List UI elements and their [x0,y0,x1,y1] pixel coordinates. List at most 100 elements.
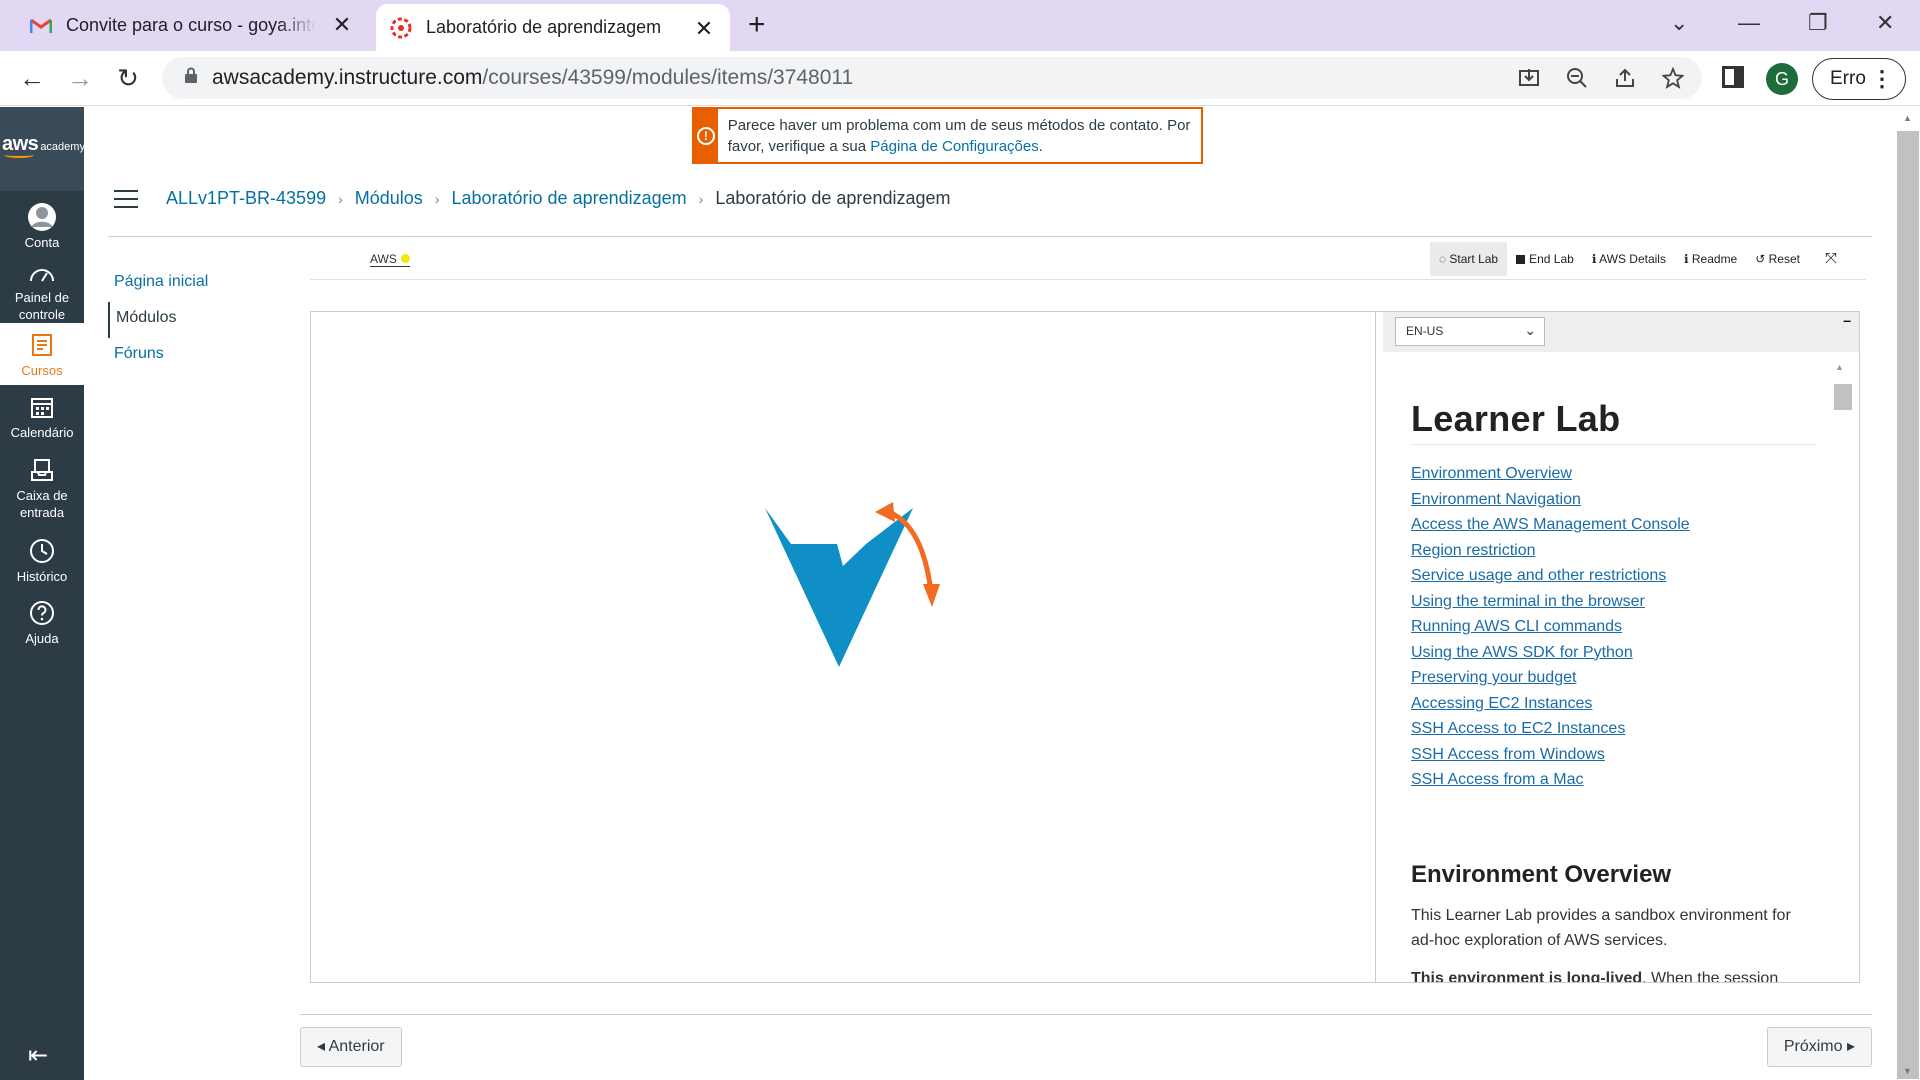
course-menu-icon[interactable] [114,190,138,214]
minimize-pane-icon[interactable]: – [1843,312,1851,328]
chevron-right-icon: › [434,190,440,207]
breadcrumb-module[interactable]: Laboratório de aprendizagem [451,188,686,209]
toc-link[interactable]: SSH Access from a Mac [1411,767,1815,793]
toc-link[interactable]: Environment Navigation [1411,487,1815,513]
tab-gmail[interactable]: Convite para o curso - goya.inteli ✕ [8,0,368,51]
install-icon[interactable] [1516,65,1542,91]
side-panel-icon[interactable] [1722,66,1744,88]
back-icon[interactable]: ← [16,63,48,95]
readme-pane: EN-US ⌄ – Learner Lab Environment Overvie… [1383,312,1859,982]
tab-lab[interactable]: Laboratório de aprendizagem ✕ [376,4,730,51]
course-nav-modules[interactable]: Módulos [108,302,288,338]
aws-academy-logo[interactable]: aws academy [0,107,85,191]
toc-link[interactable]: SSH Access from Windows [1411,742,1815,768]
readme-paragraph: This Learner Lab provides a sandbox envi… [1411,906,1791,949]
next-button[interactable]: Próximo ▸ [1766,1027,1872,1067]
nav-account[interactable]: Conta [0,191,84,261]
profile-avatar[interactable]: G [1766,63,1798,95]
toc-link[interactable]: Access the AWS Management Console [1411,512,1815,538]
lock-icon[interactable] [184,67,198,89]
dashboard-icon [27,261,57,287]
language-select[interactable]: EN-US ⌄ [1395,317,1545,346]
breadcrumb-course[interactable]: ALLv1PT-BR-43599 [166,188,326,209]
share-icon[interactable] [1612,65,1638,91]
more-vert-icon: ⋮ [1871,66,1893,91]
chevron-down-icon: ⌄ [1524,322,1536,338]
toc-link[interactable]: Running AWS CLI commands [1411,614,1815,640]
bookmark-star-icon[interactable] [1660,65,1686,91]
readme-toc: Environment Overview Environment Navigat… [1411,461,1815,793]
close-window-icon[interactable]: ✕ [1876,10,1894,36]
scroll-thumb [1834,384,1852,410]
history-icon [27,536,57,566]
toc-link[interactable]: Using the terminal in the browser [1411,589,1815,615]
url-bar[interactable]: awsacademy.instructure.com/courses/43599… [162,57,1702,99]
aws-status-indicator[interactable]: AWS [370,252,410,267]
tab-title: Convite para o curso - goya.inteli [66,15,316,35]
scroll-up-icon: ▲ [1835,362,1844,372]
readme-toolbar: EN-US ⌄ – [1383,312,1859,352]
reset-button[interactable]: ↺ Reset [1746,242,1809,276]
nav-inbox[interactable]: Caixa de entrada [0,447,84,529]
chevron-right-icon: › [698,190,704,207]
toc-link[interactable]: Service usage and other restrictions [1411,563,1815,589]
nav-courses[interactable]: Cursos [0,323,84,385]
readme-paragraph: This environment is long-lived. When the… [1411,969,1779,983]
toc-link[interactable]: Using the AWS SDK for Python [1411,640,1815,666]
readme-scrollbar[interactable]: ▲ [1827,352,1855,982]
end-lab-button[interactable]: End Lab [1507,242,1583,276]
previous-button[interactable]: ◂ Anterior [300,1027,402,1067]
toc-link[interactable]: Preserving your budget [1411,665,1815,691]
warning-icon: ! [694,109,718,162]
readme-content: Learner Lab Environment Overview Environ… [1411,352,1815,982]
caret-left-icon: ◂ [317,1038,329,1055]
nav-help[interactable]: Ajuda [0,591,84,653]
section-heading: Environment Overview [1411,860,1672,888]
url-text: awsacademy.instructure.com/courses/43599… [212,66,854,89]
toc-link[interactable]: Environment Overview [1411,461,1815,487]
course-nav-forums[interactable]: Fóruns [108,338,288,374]
collapse-nav-icon[interactable]: ⇤ [28,1041,48,1070]
close-tab-icon[interactable]: ✕ [692,17,716,41]
alert-message: Parece haver um problema com um de seus … [727,117,1191,155]
info-icon: ℹ [1683,252,1692,266]
course-nav-home[interactable]: Página inicial [108,266,288,302]
caret-right-icon: ▸ [1842,1038,1855,1055]
canvas-icon [390,17,412,39]
courses-icon [27,330,57,360]
gmail-icon [30,15,52,37]
close-tab-icon[interactable]: ✕ [330,13,354,37]
toc-link[interactable]: Accessing EC2 Instances [1411,691,1815,717]
fullscreen-icon[interactable]: ⤧ [1809,242,1846,276]
start-lab-button[interactable]: ◌ Start Lab [1429,242,1508,276]
lab-toolbar: AWS ◌ Start Lab End Lab ℹ AWS Details ℹ … [310,240,1866,280]
nav-history[interactable]: Histórico [0,529,84,591]
reload-icon[interactable]: ↻ [112,63,144,95]
help-icon [27,598,57,628]
lab-workspace: EN-US ⌄ – Learner Lab Environment Overvie… [310,311,1860,983]
forward-icon[interactable]: → [64,63,96,95]
toc-link[interactable]: Region restriction [1411,538,1815,564]
error-menu-button[interactable]: Erro ⋮ [1812,58,1906,100]
aws-details-button[interactable]: ℹ AWS Details [1583,242,1675,276]
restore-icon[interactable]: ❐ [1808,10,1828,36]
nav-dashboard[interactable]: Painel de controle [0,261,84,323]
zoom-out-icon[interactable] [1564,65,1590,91]
toc-link[interactable]: SSH Access to EC2 Instances [1411,716,1815,742]
breadcrumb-current: Laboratório de aprendizagem [715,188,951,208]
address-toolbar: ← → ↻ awsacademy.instructure.com/courses… [0,51,1920,106]
new-tab-icon[interactable]: + [748,10,766,40]
terminal-pane[interactable] [311,312,1375,982]
scroll-up-icon: ▲ [1903,113,1912,123]
page-scrollbar[interactable]: ▲ ▼ [1896,107,1920,1080]
minimize-icon[interactable]: — [1738,10,1760,36]
readme-button[interactable]: ℹ Readme [1675,242,1746,276]
settings-link[interactable]: Página de Configurações [870,138,1038,155]
user-icon [27,202,57,232]
nav-calendar[interactable]: Calendário [0,385,84,447]
pane-splitter[interactable] [1375,312,1383,982]
spinner-icon: ◌ [1438,252,1450,266]
breadcrumb-modules[interactable]: Módulos [355,188,423,209]
tab-search-icon[interactable]: ⌄ [1670,10,1688,36]
scroll-down-icon: ▼ [1903,1066,1912,1076]
